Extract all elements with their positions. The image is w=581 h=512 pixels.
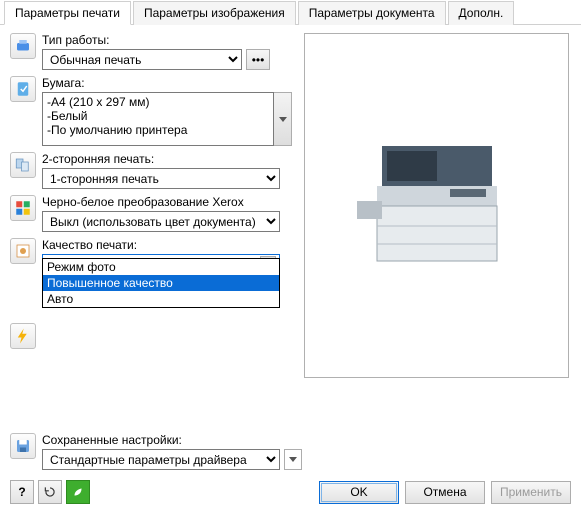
reset-icon [43, 485, 57, 499]
cancel-button[interactable]: Отмена [405, 481, 485, 504]
paper-summary: -A4 (210 x 297 мм) -Белый -По умолчанию … [42, 92, 274, 146]
job-type-label: Тип работы: [42, 33, 292, 47]
paper-line-tray: -По умолчанию принтера [47, 123, 269, 137]
paper-line-color: -Белый [47, 109, 269, 123]
saved-settings-select[interactable]: Стандартные параметры драйвера [42, 449, 280, 470]
eco-button[interactable] [66, 480, 90, 504]
job-type-options-button[interactable]: ••• [246, 49, 270, 70]
paper-line-size: -A4 (210 x 297 мм) [47, 95, 269, 109]
ok-button[interactable]: OK [319, 481, 399, 504]
tab-more[interactable]: Дополн. [448, 1, 515, 25]
quality-option-enhanced[interactable]: Повышенное качество [43, 275, 279, 291]
paper-icon [10, 76, 36, 102]
duplex-select[interactable]: 1-сторонняя печать [42, 168, 280, 189]
presets-icon[interactable] [10, 323, 36, 349]
paper-label: Бумага: [42, 76, 292, 90]
quality-label: Качество печати: [42, 238, 292, 252]
reset-button[interactable] [38, 480, 62, 504]
job-type-select[interactable]: Обычная печать [42, 49, 242, 70]
paper-dropdown-button[interactable] [274, 92, 292, 146]
printer-preview [304, 33, 569, 378]
eco-icon [71, 485, 85, 499]
saved-settings-menu-button[interactable] [284, 449, 302, 470]
quality-option-photo[interactable]: Режим фото [43, 259, 279, 275]
tab-print[interactable]: Параметры печати [4, 1, 131, 25]
apply-button[interactable]: Применить [491, 481, 571, 504]
quality-option-auto[interactable]: Авто [43, 291, 279, 307]
quality-icon [10, 238, 36, 264]
bw-conversion-icon [10, 195, 36, 221]
duplex-icon [10, 152, 36, 178]
bw-label: Черно-белое преобразование Xerox [42, 195, 292, 209]
tab-document[interactable]: Параметры документа [298, 1, 446, 25]
help-button[interactable]: ? [10, 480, 34, 504]
help-icon: ? [18, 485, 25, 499]
bw-select[interactable]: Выкл (использовать цвет документа) [42, 211, 280, 232]
tab-image[interactable]: Параметры изображения [133, 1, 296, 25]
job-type-icon [10, 33, 36, 59]
saved-settings-icon [10, 433, 36, 459]
saved-settings-label: Сохраненные настройки: [42, 433, 571, 447]
quality-dropdown: Режим фото Повышенное качество Авто [42, 258, 280, 308]
duplex-label: 2-сторонняя печать: [42, 152, 292, 166]
